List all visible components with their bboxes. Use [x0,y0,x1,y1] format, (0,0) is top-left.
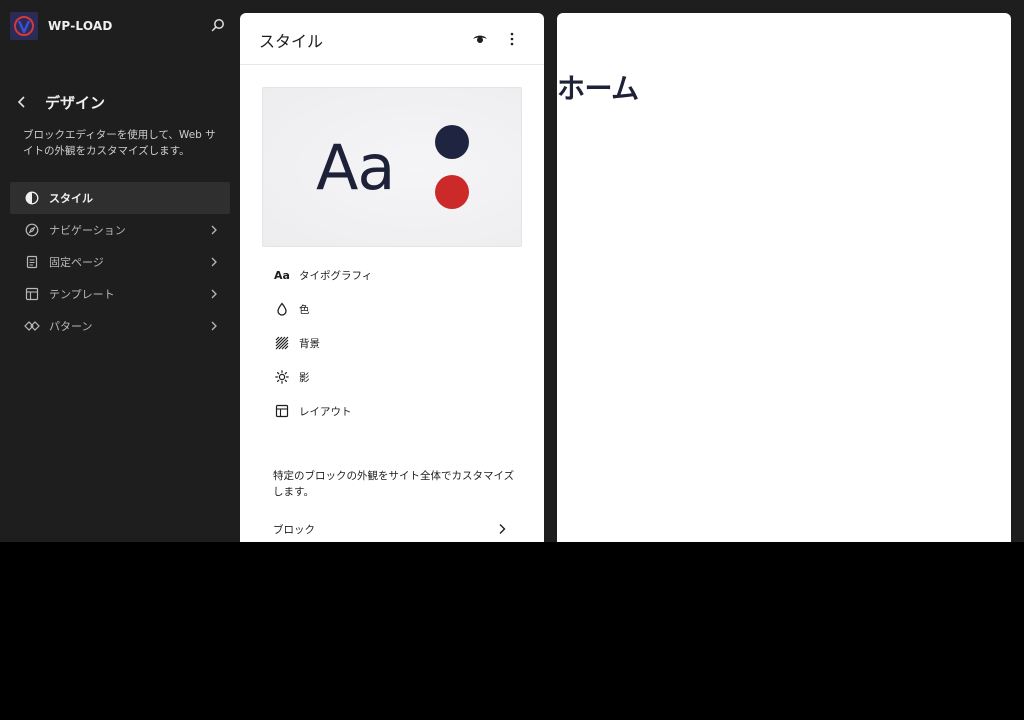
style-item-typography[interactable]: Aa タイポグラフィ [262,258,522,292]
sidebar-item-templates[interactable]: テンプレート [10,278,230,310]
panel-header: スタイル [240,13,544,65]
style-item-colors[interactable]: 色 [262,292,522,326]
compass-icon [24,222,40,238]
blocks-description: 特定のブロックの外観をサイト全体でカスタマイズします。 [273,470,515,498]
chevron-right-icon [496,523,508,535]
style-item-label: 色 [299,303,310,316]
chevron-right-icon [208,224,220,236]
back-button[interactable] [14,94,30,110]
preview-primary-color-swatch [435,125,469,159]
navigation-sidebar: WP-LOAD デザイン ブロックエディターを使用して、Web サイトの外観をカ… [0,0,240,542]
style-item-background[interactable]: 背景 [262,326,522,360]
sidebar-item-patterns[interactable]: パターン [10,310,230,342]
blocks-label: ブロック [273,523,315,536]
sidebar-item-label: スタイル [49,192,93,205]
droplet-icon [274,301,290,317]
sidebar-item-styles[interactable]: スタイル [10,182,230,214]
sidebar-item-navigation[interactable]: ナビゲーション [10,214,230,246]
sidebar-item-label: 固定ページ [49,256,104,269]
search-icon[interactable] [209,16,227,34]
sidebar-item-label: ナビゲーション [49,224,126,237]
shadow-icon [274,369,290,385]
preview-typography-sample: Aa [316,131,395,204]
design-nav-list: スタイル ナビゲーション 固定ページ テンプレート パターン [10,182,230,342]
style-preview[interactable]: Aa [262,87,522,247]
panel-title: スタイル [259,32,324,51]
site-title[interactable]: WP-LOAD [48,19,113,33]
sidebar-item-pages[interactable]: 固定ページ [10,246,230,278]
page-icon [24,254,40,270]
sidebar-item-label: パターン [49,320,93,333]
sidebar-title: デザイン [45,94,106,112]
sidebar-item-label: テンプレート [49,288,115,301]
eye-icon[interactable] [471,30,489,48]
style-item-shadow[interactable]: 影 [262,360,522,394]
symbol-icon [24,318,40,334]
site-logo[interactable] [10,12,38,40]
chevron-right-icon [208,320,220,332]
empty-area [0,542,1024,720]
background-icon [274,335,290,351]
chevron-right-icon [208,288,220,300]
style-item-label: レイアウト [299,405,352,418]
editor-canvas[interactable]: ホーム [557,13,1011,542]
preview-secondary-color-swatch [435,175,469,209]
sidebar-description: ブロックエディターを使用して、Web サイトの外観をカスタマイズします。 [23,129,216,157]
site-editor: WP-LOAD デザイン ブロックエディターを使用して、Web サイトの外観をカ… [0,0,1024,542]
global-styles-panel: スタイル Aa Aa タイポグラフィ 色 背景 影 レイアウト 特定のブロックの… [240,13,544,542]
typography-icon: Aa [274,268,290,282]
style-item-label: 背景 [299,337,320,350]
layout-icon [24,286,40,302]
style-item-label: タイポグラフィ [299,269,373,282]
blocks-nav-item[interactable]: ブロック [262,515,522,542]
layout-icon [274,403,290,419]
site-hub: WP-LOAD [10,11,230,41]
page-heading[interactable]: ホーム [557,67,639,107]
style-menu: Aa タイポグラフィ 色 背景 影 レイアウト [262,258,522,428]
chevron-right-icon [208,256,220,268]
style-item-label: 影 [299,371,310,384]
style-item-layout[interactable]: レイアウト [262,394,522,428]
more-vertical-icon[interactable] [504,30,520,48]
half-circle-icon [24,190,40,206]
